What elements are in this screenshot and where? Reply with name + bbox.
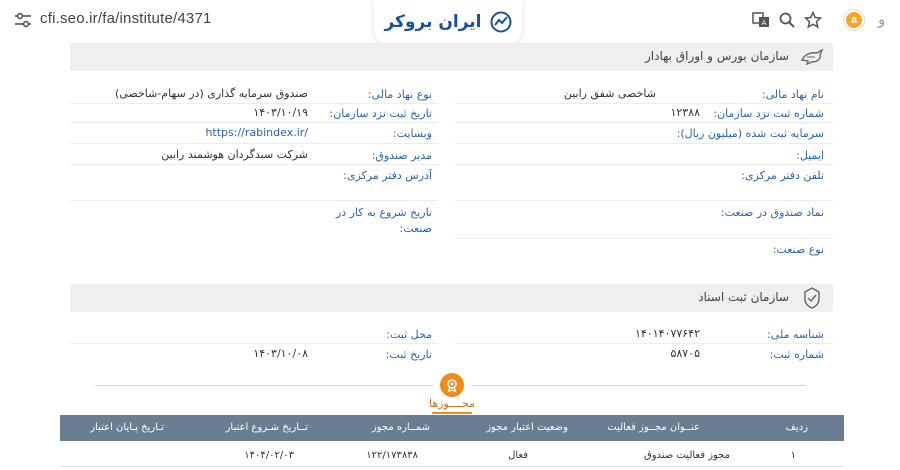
col-header-license-number: شمــاره مجوز <box>371 422 430 433</box>
field-label-national-id: شناسه ملی: <box>767 328 824 341</box>
seo-section-title: سازمان بورس و اوراق بهادار <box>644 49 789 63</box>
field-label-fund-manager: مدیر صندوق: <box>371 149 432 162</box>
award-icon <box>447 379 457 392</box>
bookmark-star-icon[interactable] <box>804 11 822 29</box>
seo-bull-logo-icon <box>800 48 824 66</box>
field-label-institution-name: نام نهاد مالی: <box>761 88 824 101</box>
registry-section-header: سازمان ثبت اسناد <box>70 284 833 312</box>
edge-character: و <box>878 10 886 28</box>
extension-letter: a <box>846 12 862 28</box>
zoom-icon[interactable] <box>778 11 796 29</box>
row-separator <box>455 164 833 165</box>
field-label-reg-date: تاریخ ثبت: <box>385 348 432 361</box>
col-header-license-title: عنــوان مجــوز فعالیت <box>607 422 700 433</box>
field-label-fund-symbol: نماد صندوق در صنعت: <box>720 206 824 219</box>
field-value-reg-number: ۵۸۷۰۵ <box>670 347 700 360</box>
licenses-table-header: ردیف عنــوان مجــوز فعالیت وضعیت اعتبار … <box>60 415 844 441</box>
iranbroker-logo[interactable]: ایران بروکر <box>374 0 522 44</box>
address-bar-url[interactable]: cfi.seo.ir/fa/institute/4371 <box>40 10 212 27</box>
row-separator <box>70 122 438 123</box>
row-separator <box>455 200 833 201</box>
cell-row-index: ۱ <box>790 450 796 461</box>
logo-text: ایران بروکر <box>384 12 482 32</box>
row-separator <box>455 103 833 104</box>
row-separator <box>70 103 438 104</box>
table-row <box>60 466 844 467</box>
licenses-badge-icon <box>440 373 464 397</box>
col-header-license-status: وضعیت اعتبار مجوز <box>486 422 568 433</box>
field-value-fund-manager: شرکت سبدگردان هوشمند رابین <box>161 148 308 161</box>
row-separator <box>455 343 833 344</box>
seo-section-header: سازمان بورس و اوراق بهادار <box>70 43 833 71</box>
cell-start-date: ۱۴۰۴/۰۲/۰۳ <box>244 450 294 461</box>
cell-license-number: ۱۲۲/۱۷۳۸۳۸ <box>366 450 418 461</box>
registry-section-title: سازمان ثبت اسناد <box>698 290 789 304</box>
row-separator <box>70 143 438 144</box>
field-value-institution-type: صندوق سرمایه گذاری (در سهام-شاخصی) <box>114 87 308 100</box>
field-value-sec-reg-number: ۱۲۳۸۸ <box>670 106 700 119</box>
field-label-registered-capital: سرمایه ثبت شده (میلیون ریال): <box>676 127 824 140</box>
browser-top-bar: cfi.seo.ir/fa/institute/4371 ایران بروکر… <box>0 0 900 44</box>
row-separator <box>70 200 438 201</box>
divider-line-left <box>95 385 433 386</box>
translate-icon[interactable]: A <box>752 11 770 29</box>
licenses-title-underline <box>432 412 472 414</box>
field-label-website: وبسایت: <box>392 127 432 140</box>
field-label-hq-phone: تلفن دفتر مرکزی: <box>741 169 824 182</box>
row-separator <box>70 343 438 344</box>
field-label-hq-address: آدرس دفتر مرکزی: <box>343 169 432 182</box>
licenses-title: مجــــوزها <box>428 397 476 410</box>
row-separator <box>455 122 833 123</box>
field-value-sec-reg-date: ۱۴۰۳/۱۰/۱۹ <box>253 106 308 119</box>
field-value-institution-name: شاخصی شفق رابین <box>563 87 656 100</box>
field-value-national-id: ۱۴۰۱۴۰۷۷۶۴۲ <box>635 327 700 340</box>
cell-license-status: فعال <box>508 450 528 461</box>
field-label-institution-type: نوع نهاد مالی: <box>367 88 432 101</box>
col-header-end-date: تـاریخ پـایان اعتبار <box>90 422 164 433</box>
cell-license-title: مجوز فعالیت صندوق <box>643 450 730 461</box>
divider-line-right <box>471 385 806 386</box>
field-label-industry-start-date-line2: صنعت: <box>399 222 432 235</box>
row-separator <box>455 143 833 144</box>
row-separator <box>70 164 438 165</box>
field-label-sec-reg-number: شماره ثبت نزد سازمان: <box>713 107 824 120</box>
registry-emblem-icon <box>804 287 820 309</box>
logo-chart-icon <box>490 11 512 33</box>
row-separator <box>455 238 833 239</box>
field-label-industry-start-date: تاریخ شروع به کار در <box>335 206 432 219</box>
field-label-reg-number: شماره ثبت: <box>769 348 824 361</box>
website-link[interactable]: https://rabindex.ir/ <box>205 126 308 139</box>
col-header-row: ردیف <box>785 422 808 433</box>
extension-icon[interactable]: a <box>843 9 865 31</box>
field-label-reg-place: محل ثبت: <box>386 328 432 341</box>
svg-text:A: A <box>762 19 767 27</box>
field-label-sec-reg-date: تاریخ ثبت نزد سازمان: <box>329 107 433 120</box>
field-label-industry-type: نوع صنعت: <box>772 243 824 256</box>
col-header-start-date: تــاریخ شـروع اعتبار <box>225 422 308 433</box>
site-settings-icon[interactable] <box>14 12 32 28</box>
field-label-email: ایمیل: <box>796 149 824 162</box>
field-value-reg-date: ۱۴۰۳/۱۰/۰۸ <box>253 347 308 360</box>
